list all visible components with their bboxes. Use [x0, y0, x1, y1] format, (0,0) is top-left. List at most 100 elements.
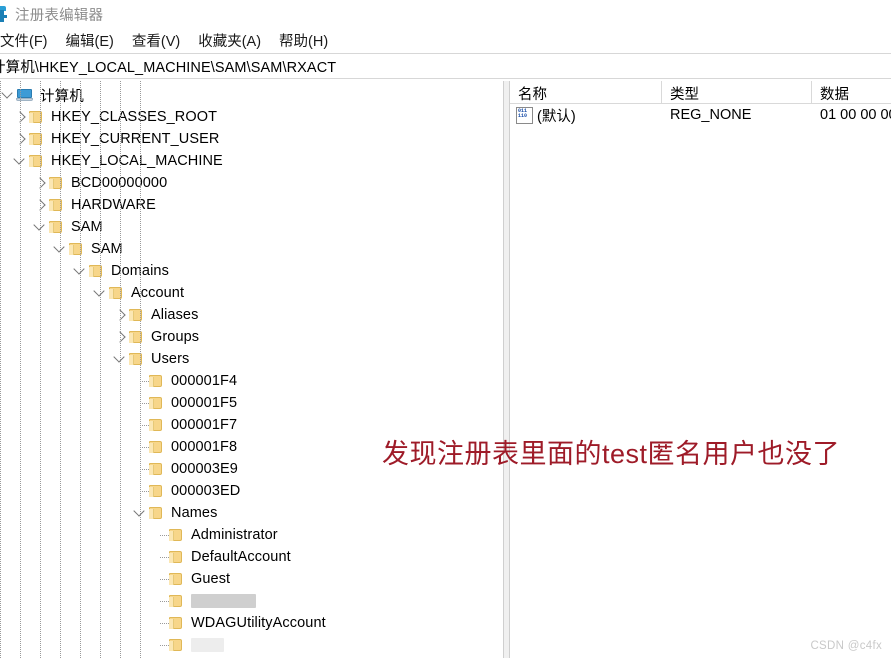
- tree-node[interactable]: Administrator: [0, 524, 503, 546]
- tree-node[interactable]: 计算机: [0, 84, 503, 106]
- column-header-type[interactable]: 类型: [662, 81, 812, 103]
- folder-icon: [148, 396, 164, 410]
- menu-file[interactable]: 文件(F): [0, 28, 57, 53]
- tree-node[interactable]: BCD00000000: [0, 172, 503, 194]
- tree-node-label: SAM: [91, 241, 123, 257]
- redacted-block: [191, 594, 256, 609]
- chevron-right-icon[interactable]: [12, 128, 28, 150]
- folder-icon: [148, 462, 164, 476]
- tree-node-label: HARDWARE: [71, 197, 156, 213]
- tree-node-label: WDAGUtilityAccount: [191, 615, 326, 631]
- registry-values-pane[interactable]: 名称 类型 数据 011 110 (默认) REG_NONE 01 00 00 00: [510, 81, 891, 658]
- tree-node-label: HKEY_CLASSES_ROOT: [51, 109, 218, 125]
- tree-node-label-redacted: [191, 593, 256, 609]
- menu-edit[interactable]: 编辑(E): [57, 28, 123, 53]
- chevron-right-icon[interactable]: [32, 194, 48, 216]
- menu-view[interactable]: 查看(V): [123, 28, 189, 53]
- tree-node-label: 000001F7: [171, 417, 238, 433]
- folder-icon: [128, 330, 144, 344]
- tree-node-label: 000001F4: [171, 373, 238, 389]
- value-row[interactable]: 011 110 (默认) REG_NONE 01 00 00 00: [510, 104, 891, 126]
- tree-node[interactable]: Users: [0, 348, 503, 370]
- chevron-down-icon[interactable]: [112, 348, 128, 370]
- folder-icon: [168, 638, 184, 652]
- chevron-down-icon[interactable]: [12, 150, 28, 172]
- values-list: 011 110 (默认) REG_NONE 01 00 00 00: [510, 104, 891, 126]
- chevron-right-icon[interactable]: [12, 106, 28, 128]
- tree-node[interactable]: Account: [0, 282, 503, 304]
- chevron-down-icon[interactable]: [52, 238, 68, 260]
- values-column-header: 名称 类型 数据: [510, 81, 891, 104]
- tree-node-label: 000003ED: [171, 483, 241, 499]
- tree-node[interactable]: 000001F8: [0, 436, 503, 458]
- column-header-data[interactable]: 数据: [812, 81, 891, 103]
- tree-node[interactable]: 000001F5: [0, 392, 503, 414]
- chevron-down-icon[interactable]: [32, 216, 48, 238]
- redacted-block: [191, 638, 224, 653]
- value-name-text: (默认): [537, 108, 576, 125]
- address-bar[interactable]: 计算机\HKEY_LOCAL_MACHINE\SAM\SAM\RXACT: [0, 53, 891, 79]
- tree-node[interactable]: HARDWARE: [0, 194, 503, 216]
- tree-node[interactable]: HKEY_LOCAL_MACHINE: [0, 150, 503, 172]
- tree-node-label: Domains: [111, 263, 169, 279]
- tree-node[interactable]: Aliases: [0, 304, 503, 326]
- tree-node-label: BCD00000000: [71, 175, 168, 191]
- tree-node[interactable]: DefaultAccount: [0, 546, 503, 568]
- chevron-right-icon[interactable]: [112, 304, 128, 326]
- tree-node[interactable]: 000003E9: [0, 458, 503, 480]
- chevron-down-icon[interactable]: [132, 502, 148, 524]
- chevron-down-icon[interactable]: [0, 84, 16, 106]
- folder-icon: [168, 528, 184, 542]
- tree-node-label: SAM: [71, 219, 103, 235]
- chevron-right-icon[interactable]: [32, 172, 48, 194]
- tree-node[interactable]: SAM: [0, 216, 503, 238]
- tree-node[interactable]: [0, 634, 503, 656]
- tree-node[interactable]: HKEY_CURRENT_USER: [0, 128, 503, 150]
- folder-icon: [28, 110, 44, 124]
- registry-tree-pane[interactable]: 计算机 HKEY_CLASSES_ROOT HKEY_CURRENT_USER HKE…: [0, 81, 503, 658]
- tree-node[interactable]: 000001F4: [0, 370, 503, 392]
- binary-value-icon: 011 110: [516, 106, 533, 124]
- folder-icon: [48, 220, 64, 234]
- folder-icon: [168, 616, 184, 630]
- menu-favorites[interactable]: 收藏夹(A): [189, 28, 270, 53]
- tree-node-label: Users: [151, 351, 190, 367]
- registry-tree: 计算机 HKEY_CLASSES_ROOT HKEY_CURRENT_USER HKE…: [0, 81, 503, 656]
- column-header-name[interactable]: 名称: [510, 81, 662, 103]
- pane-splitter[interactable]: [503, 81, 510, 658]
- tree-node-label: Administrator: [191, 527, 278, 543]
- folder-icon: [148, 374, 164, 388]
- tree-node[interactable]: WDAGUtilityAccount: [0, 612, 503, 634]
- tree-node-label-redacted: [191, 637, 224, 653]
- computer-icon: [16, 88, 34, 103]
- chevron-right-icon[interactable]: [112, 326, 128, 348]
- tree-node[interactable]: HKEY_CLASSES_ROOT: [0, 106, 503, 128]
- title-bar: 注册表编辑器: [0, 0, 891, 28]
- folder-icon: [168, 594, 184, 608]
- tree-node[interactable]: Domains: [0, 260, 503, 282]
- tree-node[interactable]: SAM: [0, 238, 503, 260]
- folder-icon: [68, 242, 84, 256]
- tree-node[interactable]: Groups: [0, 326, 503, 348]
- folder-icon: [168, 572, 184, 586]
- tree-node[interactable]: 000001F7: [0, 414, 503, 436]
- tree-node[interactable]: Guest: [0, 568, 503, 590]
- tree-node-label: 计算机: [40, 88, 84, 105]
- tree-node-label: 000001F5: [171, 395, 238, 411]
- chevron-down-icon[interactable]: [72, 260, 88, 282]
- folder-icon: [148, 418, 164, 432]
- tree-node[interactable]: [0, 590, 503, 612]
- tree-node[interactable]: Names: [0, 502, 503, 524]
- tree-node[interactable]: 000003ED: [0, 480, 503, 502]
- registry-key-icon: [0, 6, 9, 22]
- chevron-down-icon[interactable]: [92, 282, 108, 304]
- menu-help[interactable]: 帮助(H): [270, 28, 337, 53]
